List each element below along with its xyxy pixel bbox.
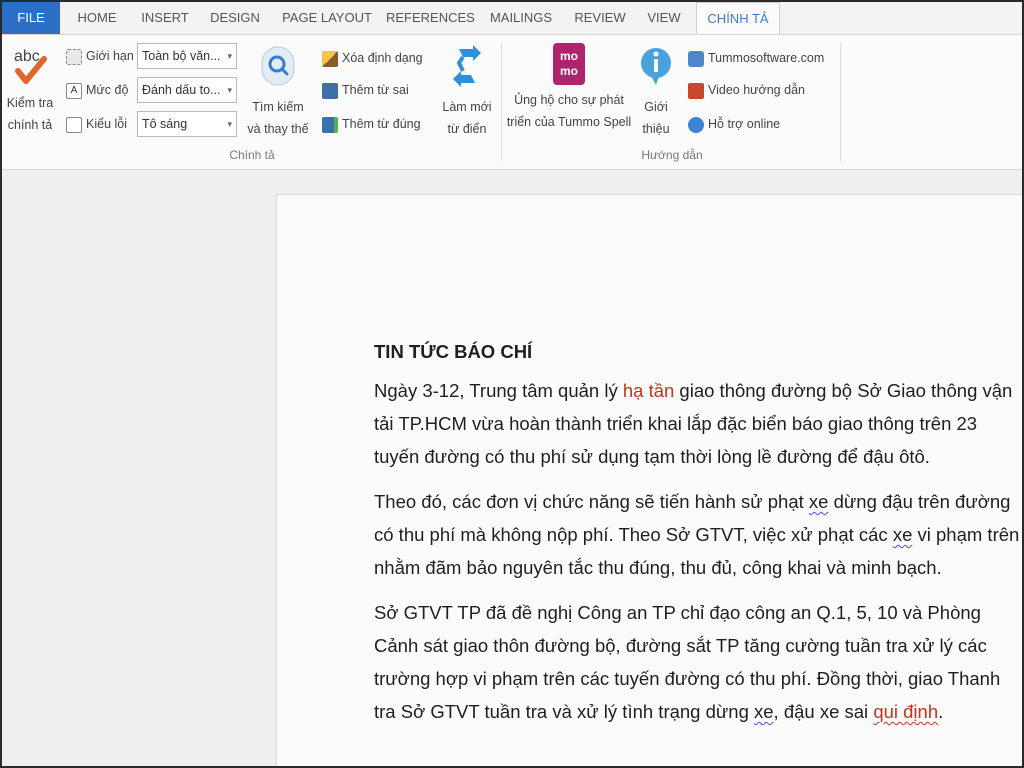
level-dropdown[interactable]: Đánh dấu to... ▾	[137, 77, 237, 103]
scope-dropdown[interactable]: Toàn bộ văn... ▾	[137, 43, 237, 69]
website-link[interactable]: Tummosoftware.com	[688, 47, 824, 69]
scope-option: Giới hạn	[66, 45, 134, 67]
tab-chinh-ta[interactable]: CHÍNH TẢ	[696, 2, 780, 35]
about-label-1: Giới	[644, 100, 668, 114]
tab-view[interactable]: VIEW	[642, 2, 686, 34]
chevron-down-icon: ▾	[227, 119, 232, 129]
support-label-1: Ủng hộ cho sự phát	[514, 93, 624, 107]
find-replace-label-1: Tìm kiếm	[252, 100, 304, 114]
group-label-guide: Hướng dẫn	[641, 148, 703, 162]
document-page[interactable]: TIN TỨC BÁO CHÍ Ngày 3-12, Trung tâm quả…	[276, 194, 1022, 766]
document-content[interactable]: TIN TỨC BÁO CHÍ Ngày 3-12, Trung tâm quả…	[374, 335, 1022, 740]
level-label: Mức độ	[86, 83, 129, 97]
spell-check-label-2: chính tả	[7, 118, 53, 132]
error-style-dropdown[interactable]: Tô sáng ▾	[137, 111, 237, 137]
tab-file[interactable]: FILE	[2, 2, 60, 34]
flagged-word[interactable]: xe	[754, 701, 774, 722]
tab-mailings[interactable]: MAILINGS	[486, 2, 556, 34]
video-guide-link[interactable]: Video hướng dẫn	[688, 79, 805, 101]
error-style-option: Kiểu lỗi	[66, 113, 127, 135]
svg-text:abc: abc	[14, 48, 40, 65]
chevron-down-icon: ▾	[227, 51, 232, 61]
about-button[interactable]: Giới thiệu	[636, 43, 676, 140]
tab-design[interactable]: DESIGN	[204, 2, 266, 34]
find-replace-button[interactable]: Tìm kiếm và thay thế	[244, 45, 312, 140]
group-label-spelling: Chính tả	[229, 148, 275, 162]
add-correct-word-label: Thêm từ đúng	[342, 117, 421, 131]
tab-review[interactable]: REVIEW	[572, 2, 628, 34]
globe-icon	[688, 50, 704, 67]
scope-icon	[66, 48, 82, 65]
refresh-label-1: Làm mới	[442, 100, 492, 114]
flagged-word[interactable]: xe	[809, 491, 829, 512]
info-icon	[641, 48, 671, 85]
spelling-error[interactable]: qui định	[873, 701, 938, 722]
website-label: Tummosoftware.com	[708, 51, 825, 65]
chat-icon	[688, 116, 704, 133]
refresh-icon	[453, 45, 481, 87]
spellcheck-icon: abc	[14, 48, 47, 84]
book-add-icon	[322, 116, 338, 133]
error-style-label: Kiểu lỗi	[86, 117, 127, 131]
level-option: A Mức độ	[66, 79, 128, 101]
video-guide-label: Video hướng dẫn	[708, 83, 805, 97]
scope-label: Giới hạn	[86, 49, 134, 63]
scope-value: Toàn bộ văn...	[142, 49, 221, 63]
document-area: TIN TỨC BÁO CHÍ Ngày 3-12, Trung tâm quả…	[2, 171, 1022, 766]
support-label-2: triển của Tummo Spell	[506, 115, 632, 129]
momo-logo-text-1: mo	[560, 49, 578, 63]
group-divider	[840, 43, 841, 161]
paragraph-3: Sở GTVT TP đã đề nghị Công an TP chỉ đạo…	[374, 602, 1001, 722]
error-style-value: Tô sáng	[142, 117, 188, 131]
clear-format-button[interactable]: Xóa định dạng	[322, 47, 423, 69]
tab-page-layout[interactable]: PAGE LAYOUT	[278, 2, 376, 34]
document-title: TIN TỨC BÁO CHÍ	[374, 341, 533, 362]
paragraph-2: Theo đó, các đơn vị chức năng sẽ tiến hà…	[374, 491, 1020, 578]
add-wrong-word-button[interactable]: Thêm từ sai	[322, 79, 409, 101]
refresh-dictionary-button[interactable]: Làm mới từ điển	[438, 43, 496, 140]
paragraph-1: Ngày 3-12, Trung tâm quản lý hạ tần giao…	[374, 380, 1013, 467]
add-wrong-word-label: Thêm từ sai	[342, 83, 409, 97]
spell-check-button[interactable]: abc Kiểm tra chính tả	[4, 41, 56, 136]
tab-insert[interactable]: INSERT	[136, 2, 194, 34]
group-divider	[501, 43, 502, 161]
support-momo-button[interactable]: mo mo Ủng hộ cho sự phát triển của Tummo…	[504, 43, 634, 133]
error-style-icon	[66, 116, 82, 133]
search-icon	[261, 46, 295, 86]
tab-references[interactable]: REFERENCES	[386, 2, 475, 34]
about-label-2: thiệu	[642, 122, 670, 136]
refresh-label-2: từ điển	[447, 122, 487, 136]
level-value: Đánh dấu to...	[142, 83, 221, 97]
clear-format-label: Xóa định dạng	[342, 51, 423, 65]
tab-home[interactable]: HOME	[68, 2, 126, 34]
word-window: FILE HOME INSERT DESIGN PAGE LAYOUT REFE…	[0, 0, 1024, 768]
momo-logo: mo mo	[553, 43, 585, 85]
level-icon: A	[66, 82, 82, 99]
chevron-down-icon: ▾	[227, 85, 232, 95]
add-correct-word-button[interactable]: Thêm từ đúng	[322, 113, 421, 135]
momo-logo-text-2: mo	[560, 64, 578, 78]
broom-icon	[322, 50, 338, 67]
flagged-word[interactable]: xe	[893, 524, 913, 545]
online-support-label: Hỗ trợ online	[708, 117, 781, 131]
spell-check-label-1: Kiểm tra	[6, 96, 54, 110]
online-support-link[interactable]: Hỗ trợ online	[688, 113, 780, 135]
spelling-error[interactable]: hạ tần	[623, 380, 674, 401]
find-replace-label-2: và thay thế	[247, 122, 309, 136]
ribbon: abc Kiểm tra chính tả Giới hạn A Mức độ K…	[2, 34, 1022, 170]
video-icon	[688, 82, 704, 99]
ribbon-tabs: FILE HOME INSERT DESIGN PAGE LAYOUT REFE…	[2, 2, 1022, 35]
book-icon	[322, 82, 338, 99]
